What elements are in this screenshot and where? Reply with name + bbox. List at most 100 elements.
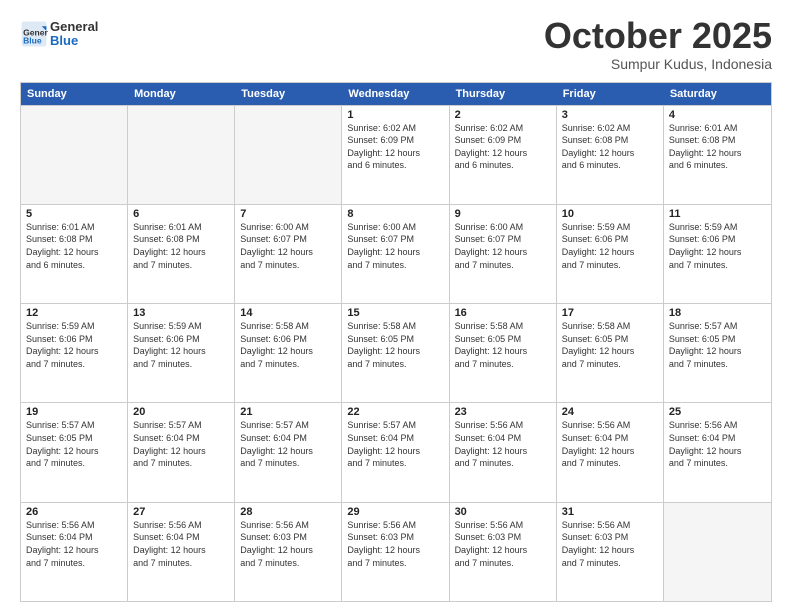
day-number: 16 (455, 307, 551, 319)
calendar-row-1: 1Sunrise: 6:02 AM Sunset: 6:09 PM Daylig… (21, 105, 771, 204)
calendar-cell: 22Sunrise: 5:57 AM Sunset: 6:04 PM Dayli… (342, 403, 449, 501)
logo-text: General Blue (50, 20, 98, 49)
day-number: 10 (562, 208, 658, 220)
day-number: 11 (669, 208, 766, 220)
day-number: 7 (240, 208, 336, 220)
day-number: 25 (669, 406, 766, 418)
day-number: 20 (133, 406, 229, 418)
calendar-cell (664, 503, 771, 601)
calendar-cell: 13Sunrise: 5:59 AM Sunset: 6:06 PM Dayli… (128, 304, 235, 402)
logo-blue-text: Blue (50, 34, 98, 48)
calendar-cell: 8Sunrise: 6:00 AM Sunset: 6:07 PM Daylig… (342, 205, 449, 303)
day-info: Sunrise: 6:02 AM Sunset: 6:09 PM Dayligh… (347, 122, 443, 172)
day-number: 21 (240, 406, 336, 418)
day-info: Sunrise: 5:56 AM Sunset: 6:03 PM Dayligh… (562, 519, 658, 569)
day-info: Sunrise: 5:57 AM Sunset: 6:04 PM Dayligh… (240, 419, 336, 469)
day-number: 26 (26, 506, 122, 518)
location-subtitle: Sumpur Kudus, Indonesia (544, 56, 772, 72)
calendar-cell: 14Sunrise: 5:58 AM Sunset: 6:06 PM Dayli… (235, 304, 342, 402)
day-info: Sunrise: 6:01 AM Sunset: 6:08 PM Dayligh… (669, 122, 766, 172)
day-info: Sunrise: 5:56 AM Sunset: 6:03 PM Dayligh… (240, 519, 336, 569)
day-number: 5 (26, 208, 122, 220)
title-area: October 2025 Sumpur Kudus, Indonesia (544, 16, 772, 72)
day-info: Sunrise: 5:56 AM Sunset: 6:03 PM Dayligh… (347, 519, 443, 569)
day-info: Sunrise: 5:58 AM Sunset: 6:05 PM Dayligh… (455, 320, 551, 370)
day-info: Sunrise: 5:56 AM Sunset: 6:03 PM Dayligh… (455, 519, 551, 569)
day-info: Sunrise: 5:59 AM Sunset: 6:06 PM Dayligh… (26, 320, 122, 370)
weekday-header-monday: Monday (128, 83, 235, 105)
logo-icon: General Blue (20, 20, 48, 48)
day-info: Sunrise: 5:59 AM Sunset: 6:06 PM Dayligh… (133, 320, 229, 370)
calendar-cell: 26Sunrise: 5:56 AM Sunset: 6:04 PM Dayli… (21, 503, 128, 601)
day-info: Sunrise: 6:00 AM Sunset: 6:07 PM Dayligh… (455, 221, 551, 271)
day-info: Sunrise: 5:57 AM Sunset: 6:05 PM Dayligh… (669, 320, 766, 370)
day-info: Sunrise: 6:00 AM Sunset: 6:07 PM Dayligh… (240, 221, 336, 271)
day-number: 30 (455, 506, 551, 518)
svg-text:Blue: Blue (23, 36, 42, 46)
calendar-cell: 4Sunrise: 6:01 AM Sunset: 6:08 PM Daylig… (664, 106, 771, 204)
day-number: 29 (347, 506, 443, 518)
day-info: Sunrise: 5:57 AM Sunset: 6:04 PM Dayligh… (133, 419, 229, 469)
day-info: Sunrise: 5:56 AM Sunset: 6:04 PM Dayligh… (455, 419, 551, 469)
day-number: 6 (133, 208, 229, 220)
calendar-cell: 20Sunrise: 5:57 AM Sunset: 6:04 PM Dayli… (128, 403, 235, 501)
day-number: 12 (26, 307, 122, 319)
day-number: 19 (26, 406, 122, 418)
calendar-body: 1Sunrise: 6:02 AM Sunset: 6:09 PM Daylig… (21, 105, 771, 601)
calendar-header: SundayMondayTuesdayWednesdayThursdayFrid… (21, 83, 771, 105)
calendar-cell: 23Sunrise: 5:56 AM Sunset: 6:04 PM Dayli… (450, 403, 557, 501)
calendar-row-3: 12Sunrise: 5:59 AM Sunset: 6:06 PM Dayli… (21, 303, 771, 402)
calendar-cell: 5Sunrise: 6:01 AM Sunset: 6:08 PM Daylig… (21, 205, 128, 303)
calendar-cell (128, 106, 235, 204)
day-info: Sunrise: 6:02 AM Sunset: 6:09 PM Dayligh… (455, 122, 551, 172)
calendar-cell: 11Sunrise: 5:59 AM Sunset: 6:06 PM Dayli… (664, 205, 771, 303)
weekday-header-wednesday: Wednesday (342, 83, 449, 105)
calendar-cell: 10Sunrise: 5:59 AM Sunset: 6:06 PM Dayli… (557, 205, 664, 303)
weekday-header-thursday: Thursday (450, 83, 557, 105)
month-title: October 2025 (544, 16, 772, 56)
weekday-header-sunday: Sunday (21, 83, 128, 105)
day-info: Sunrise: 6:02 AM Sunset: 6:08 PM Dayligh… (562, 122, 658, 172)
calendar-cell: 29Sunrise: 5:56 AM Sunset: 6:03 PM Dayli… (342, 503, 449, 601)
logo-general-text: General (50, 20, 98, 34)
calendar-cell: 9Sunrise: 6:00 AM Sunset: 6:07 PM Daylig… (450, 205, 557, 303)
day-info: Sunrise: 5:58 AM Sunset: 6:05 PM Dayligh… (347, 320, 443, 370)
calendar-cell: 17Sunrise: 5:58 AM Sunset: 6:05 PM Dayli… (557, 304, 664, 402)
header: General Blue General Blue October 2025 S… (20, 16, 772, 72)
day-info: Sunrise: 5:58 AM Sunset: 6:06 PM Dayligh… (240, 320, 336, 370)
calendar-row-2: 5Sunrise: 6:01 AM Sunset: 6:08 PM Daylig… (21, 204, 771, 303)
logo: General Blue General Blue (20, 20, 98, 49)
day-info: Sunrise: 5:56 AM Sunset: 6:04 PM Dayligh… (562, 419, 658, 469)
weekday-header-saturday: Saturday (664, 83, 771, 105)
calendar-cell: 24Sunrise: 5:56 AM Sunset: 6:04 PM Dayli… (557, 403, 664, 501)
day-info: Sunrise: 5:57 AM Sunset: 6:05 PM Dayligh… (26, 419, 122, 469)
day-info: Sunrise: 5:58 AM Sunset: 6:05 PM Dayligh… (562, 320, 658, 370)
calendar-cell: 18Sunrise: 5:57 AM Sunset: 6:05 PM Dayli… (664, 304, 771, 402)
weekday-header-tuesday: Tuesday (235, 83, 342, 105)
day-number: 3 (562, 109, 658, 121)
day-info: Sunrise: 5:56 AM Sunset: 6:04 PM Dayligh… (133, 519, 229, 569)
calendar-cell: 21Sunrise: 5:57 AM Sunset: 6:04 PM Dayli… (235, 403, 342, 501)
day-number: 8 (347, 208, 443, 220)
day-number: 24 (562, 406, 658, 418)
calendar-cell (21, 106, 128, 204)
calendar-cell: 30Sunrise: 5:56 AM Sunset: 6:03 PM Dayli… (450, 503, 557, 601)
day-number: 2 (455, 109, 551, 121)
day-number: 28 (240, 506, 336, 518)
weekday-header-friday: Friday (557, 83, 664, 105)
day-number: 23 (455, 406, 551, 418)
day-number: 15 (347, 307, 443, 319)
day-number: 27 (133, 506, 229, 518)
calendar-cell: 2Sunrise: 6:02 AM Sunset: 6:09 PM Daylig… (450, 106, 557, 204)
calendar-cell: 19Sunrise: 5:57 AM Sunset: 6:05 PM Dayli… (21, 403, 128, 501)
calendar-cell: 7Sunrise: 6:00 AM Sunset: 6:07 PM Daylig… (235, 205, 342, 303)
calendar-cell: 31Sunrise: 5:56 AM Sunset: 6:03 PM Dayli… (557, 503, 664, 601)
calendar-cell: 3Sunrise: 6:02 AM Sunset: 6:08 PM Daylig… (557, 106, 664, 204)
day-number: 17 (562, 307, 658, 319)
day-number: 4 (669, 109, 766, 121)
day-number: 18 (669, 307, 766, 319)
calendar: SundayMondayTuesdayWednesdayThursdayFrid… (20, 82, 772, 602)
day-info: Sunrise: 5:56 AM Sunset: 6:04 PM Dayligh… (669, 419, 766, 469)
calendar-cell: 1Sunrise: 6:02 AM Sunset: 6:09 PM Daylig… (342, 106, 449, 204)
calendar-cell: 27Sunrise: 5:56 AM Sunset: 6:04 PM Dayli… (128, 503, 235, 601)
